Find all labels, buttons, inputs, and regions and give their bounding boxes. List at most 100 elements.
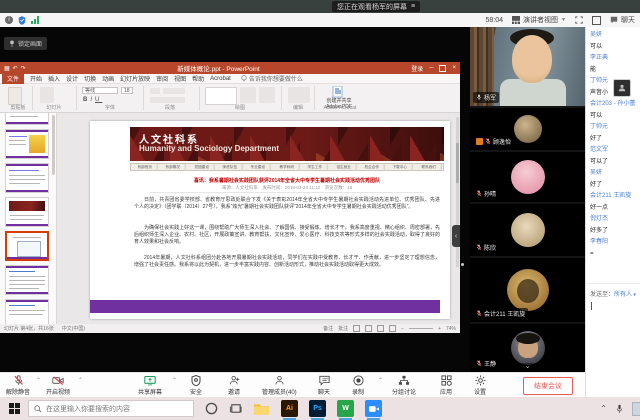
security-button[interactable]: 安全 bbox=[190, 375, 202, 396]
taskbar-search[interactable]: 在这里输入你要搜索的内容 bbox=[28, 400, 194, 417]
font-name-box[interactable]: 等线 bbox=[82, 87, 118, 94]
tray-mic-icon[interactable] bbox=[615, 404, 624, 414]
file-explorer-icon[interactable] bbox=[253, 402, 270, 416]
view-mode-selector[interactable]: 演讲者视图 ▼ bbox=[512, 15, 566, 25]
start-button[interactable] bbox=[9, 403, 20, 414]
share-options-caret[interactable]: ⌃ bbox=[172, 377, 177, 384]
record-button[interactable]: 录制 ⌃ bbox=[352, 375, 364, 396]
bullets-button[interactable] bbox=[150, 88, 160, 94]
video-tile[interactable]: 杨军 bbox=[470, 27, 585, 106]
slide-thumbnail[interactable] bbox=[5, 299, 49, 324]
end-meeting-button[interactable]: 结束会议 bbox=[523, 377, 573, 395]
chat-sender[interactable]: 吴妍 bbox=[590, 30, 640, 42]
tab-review[interactable]: 审阅 bbox=[156, 74, 168, 83]
tab-slideshow[interactable]: 幻灯片放映 bbox=[120, 74, 150, 83]
share-screen-button[interactable]: 共享屏幕 ⌃ bbox=[138, 375, 162, 396]
window-mode-icon[interactable] bbox=[592, 16, 601, 25]
apps-button[interactable]: 应用 bbox=[440, 375, 452, 396]
bold-italic-underline-buttons[interactable]: BIU bbox=[83, 97, 102, 103]
network-signal-icon[interactable] bbox=[31, 16, 39, 24]
sorter-view-icon[interactable] bbox=[365, 325, 372, 332]
minimize-icon[interactable]: ─ bbox=[429, 65, 433, 71]
mic-options-caret[interactable]: ⌃ bbox=[36, 377, 41, 384]
paste-button[interactable] bbox=[8, 87, 22, 105]
tab-home[interactable]: 开始 bbox=[30, 74, 42, 83]
video-tile[interactable]: 会计211 王凯旋 bbox=[470, 258, 585, 322]
breakout-rooms-button[interactable]: 分组讨论 bbox=[392, 375, 416, 396]
video-tile[interactable]: 陈欣 bbox=[470, 204, 585, 256]
chat-sender[interactable]: 会计203 - 孙小蕾 bbox=[590, 99, 640, 111]
video-tile[interactable]: 顾逸怡 bbox=[470, 108, 585, 150]
new-slide-button[interactable] bbox=[40, 87, 54, 103]
notes-toggle[interactable]: 备注 bbox=[323, 325, 333, 332]
acrobat-pdf-icon[interactable] bbox=[332, 86, 344, 98]
video-tile[interactable]: 王静 ⌄ bbox=[470, 324, 585, 372]
manage-members-button[interactable]: 管理成员(40) bbox=[262, 375, 297, 396]
tab-file[interactable]: 文件 bbox=[2, 73, 24, 84]
slide-thumbnail[interactable] bbox=[5, 163, 49, 193]
chat-sender[interactable]: 倪灯杰 bbox=[590, 214, 640, 226]
floating-participant-thumb[interactable] bbox=[613, 79, 631, 97]
chat-sender[interactable]: 李春阳 bbox=[590, 237, 640, 249]
tab-acrobat[interactable]: Acrobat bbox=[210, 76, 231, 82]
slide-thumbnail-selected[interactable] bbox=[5, 231, 49, 261]
comments-toggle[interactable]: 批注 bbox=[338, 325, 348, 332]
zoom-level[interactable]: 74% bbox=[446, 326, 456, 332]
cortana-icon[interactable] bbox=[205, 402, 218, 415]
photoshop-icon[interactable]: Ps bbox=[309, 400, 326, 417]
slide-thumbnail[interactable] bbox=[5, 265, 49, 295]
lock-view-button[interactable]: 锁定画面 bbox=[4, 37, 47, 50]
tab-insert[interactable]: 插入 bbox=[48, 74, 60, 83]
chat-sender[interactable]: 范文军 bbox=[590, 145, 640, 157]
hidden-icons-caret[interactable]: ⌃ bbox=[600, 404, 607, 413]
chat-sender[interactable]: 丁帅元 bbox=[590, 122, 640, 134]
chat-sender[interactable]: 吴妍 bbox=[590, 168, 640, 180]
collapse-tiles-chevron-icon[interactable]: ⌄ bbox=[519, 363, 537, 371]
panel-collapse-handle[interactable]: ‹ bbox=[452, 225, 460, 247]
meeting-app-icon[interactable] bbox=[365, 400, 382, 417]
shield-icon[interactable] bbox=[18, 16, 26, 25]
ppt-signin-button[interactable]: 登录 bbox=[411, 64, 423, 73]
tab-help[interactable]: 帮助 bbox=[192, 74, 204, 83]
zoom-slider[interactable] bbox=[409, 328, 433, 329]
current-slide[interactable]: 人文社科系 Humanity and Sociology Department … bbox=[90, 121, 450, 319]
wps-icon[interactable]: W bbox=[337, 400, 354, 417]
record-options-caret[interactable]: ⌃ bbox=[378, 377, 383, 384]
slide-thumbnail[interactable] bbox=[5, 129, 49, 159]
unmute-button[interactable]: 解除静音 ⌃ bbox=[6, 375, 30, 396]
slide-thumbnail[interactable] bbox=[5, 113, 49, 125]
font-size-box[interactable]: 18 bbox=[121, 87, 133, 94]
normal-view-icon[interactable] bbox=[353, 325, 360, 332]
editing-buttons[interactable] bbox=[288, 87, 310, 103]
viewer-banner-menu-icon[interactable]: ≡ bbox=[411, 3, 415, 10]
invite-button[interactable]: 邀请 bbox=[228, 375, 240, 396]
paragraph-buttons[interactable] bbox=[150, 97, 185, 103]
tab-transitions[interactable]: 切换 bbox=[84, 74, 96, 83]
thumbnail-scrollbar[interactable] bbox=[52, 115, 55, 175]
quick-styles-button[interactable] bbox=[259, 87, 275, 103]
zoom-in-icon[interactable]: + bbox=[438, 326, 441, 332]
camera-options-caret[interactable]: ⌃ bbox=[78, 377, 83, 384]
align-buttons[interactable] bbox=[163, 88, 185, 94]
ppt-quick-access-toolbar[interactable]: ▦↶↷ bbox=[4, 65, 26, 72]
tab-design[interactable]: 设计 bbox=[66, 74, 78, 83]
maximize-icon[interactable] bbox=[439, 65, 446, 72]
chat-sender[interactable]: 会计211 王凯旋 bbox=[590, 191, 640, 203]
slide-thumbnail[interactable] bbox=[5, 197, 49, 227]
start-video-button[interactable]: 开启视频 ⌃ bbox=[46, 375, 70, 396]
illustrator-icon[interactable]: Ai bbox=[281, 400, 298, 417]
close-icon[interactable]: × bbox=[452, 65, 456, 71]
slideshow-view-icon[interactable] bbox=[389, 325, 396, 332]
task-view-icon[interactable] bbox=[229, 402, 242, 415]
zoom-out-icon[interactable]: − bbox=[401, 326, 404, 332]
tell-me-box[interactable]: 告诉我你想要做什么 bbox=[241, 74, 303, 83]
chat-input[interactable] bbox=[591, 302, 592, 310]
arrange-button[interactable] bbox=[240, 87, 256, 103]
tab-view[interactable]: 视图 bbox=[174, 74, 186, 83]
fullscreen-icon[interactable] bbox=[575, 16, 583, 24]
info-icon[interactable]: i bbox=[5, 16, 13, 24]
shapes-gallery[interactable] bbox=[205, 87, 237, 105]
video-tile[interactable]: 孙晴 bbox=[470, 152, 585, 202]
tray-partial-icon[interactable] bbox=[632, 402, 640, 416]
settings-button[interactable]: 设置 bbox=[474, 375, 486, 396]
